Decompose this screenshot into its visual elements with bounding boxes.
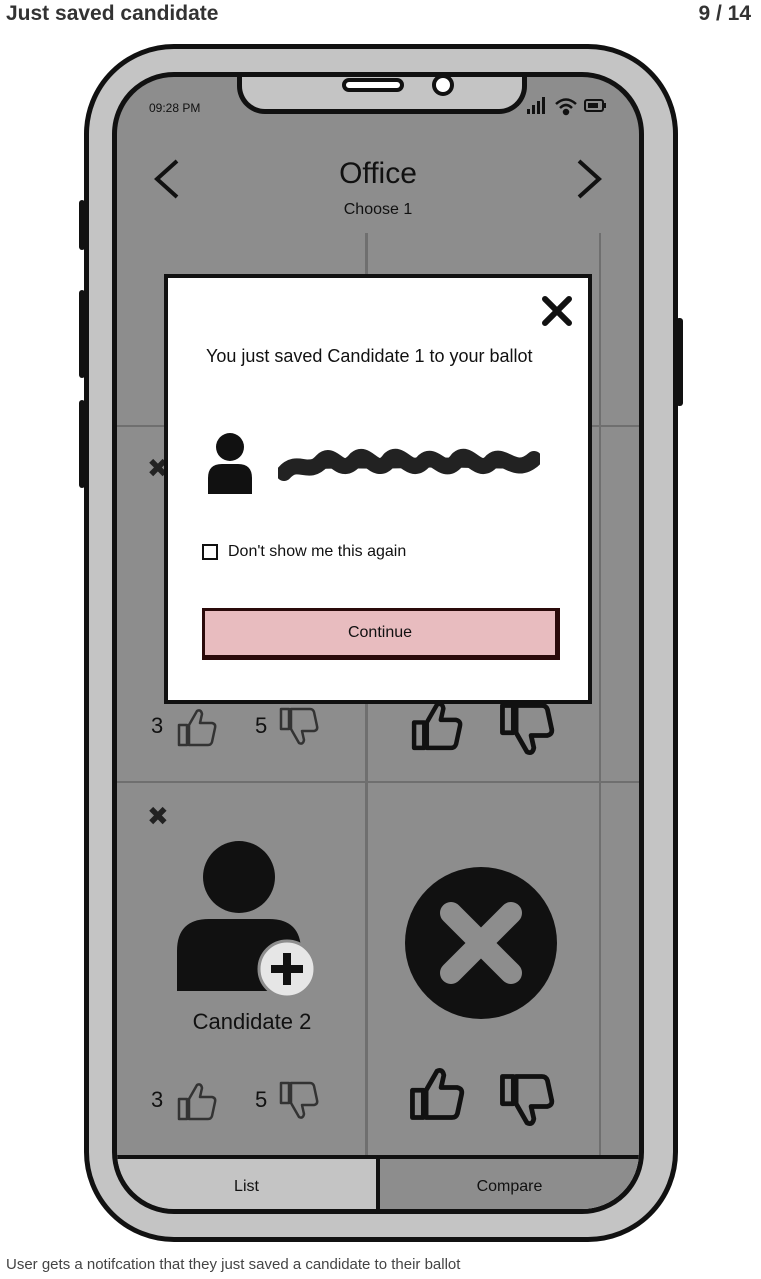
camera-icon <box>432 77 454 96</box>
tab-compare[interactable]: Compare <box>376 1159 639 1209</box>
page-title: Just saved candidate <box>6 2 219 25</box>
thumbs-up-icon[interactable] <box>175 1079 219 1123</box>
thumbs-down-icon[interactable] <box>277 1079 321 1123</box>
signal-icon <box>527 97 545 114</box>
downvote-count: 5 <box>255 713 268 738</box>
battery-icon <box>584 99 606 112</box>
office-subtitle: Choose 1 <box>343 201 413 218</box>
power-button <box>676 318 683 406</box>
person-icon <box>208 433 252 494</box>
volume-up-button <box>79 290 85 378</box>
dont-show-label: Don't show me this again <box>228 543 407 560</box>
saved-candidate-modal: You just saved Candidate 1 to your ballo… <box>164 274 592 704</box>
volume-down-button <box>79 400 85 488</box>
thumbs-down-icon-large[interactable] <box>497 1071 557 1131</box>
page-counter: 9 / 14 <box>698 2 751 25</box>
thumbs-up-icon-large[interactable] <box>407 1063 467 1123</box>
thumbs-up-icon-large[interactable] <box>407 697 467 753</box>
tab-list[interactable]: List <box>117 1159 376 1209</box>
person-add-icon[interactable] <box>173 841 323 1001</box>
thumbs-down-icon[interactable] <box>277 705 321 749</box>
grid-divider-vertical-right <box>599 233 601 1155</box>
office-title: Office <box>339 157 417 190</box>
modal-message: You just saved Candidate 1 to your ballo… <box>206 346 533 366</box>
thumbs-up-icon[interactable] <box>175 705 219 749</box>
notch <box>237 77 527 114</box>
status-icons <box>527 97 606 116</box>
candidate-name: Candidate 2 <box>192 1009 312 1034</box>
mute-button <box>79 200 85 250</box>
empty-slot-x-icon[interactable] <box>403 865 559 1021</box>
continue-button[interactable]: Continue <box>202 608 560 660</box>
wifi-icon <box>555 98 577 116</box>
grid-divider-row2 <box>117 781 639 783</box>
status-time: 09:28 PM <box>149 101 201 115</box>
close-icon[interactable] <box>540 294 574 328</box>
downvote-count: 5 <box>255 1087 268 1112</box>
remove-icon[interactable]: ✖ <box>147 801 169 832</box>
dont-show-checkbox[interactable] <box>202 544 218 560</box>
redacted-name-scribble <box>278 448 540 481</box>
upvote-count: 3 <box>151 1087 164 1112</box>
caption: User gets a notifcation that they just s… <box>6 1256 461 1273</box>
thumbs-down-icon-large[interactable] <box>497 697 557 763</box>
speaker-icon <box>342 78 404 92</box>
tab-bar: List Compare <box>117 1155 639 1209</box>
upvote-count: 3 <box>151 713 164 738</box>
chevron-right-icon[interactable] <box>569 155 609 203</box>
